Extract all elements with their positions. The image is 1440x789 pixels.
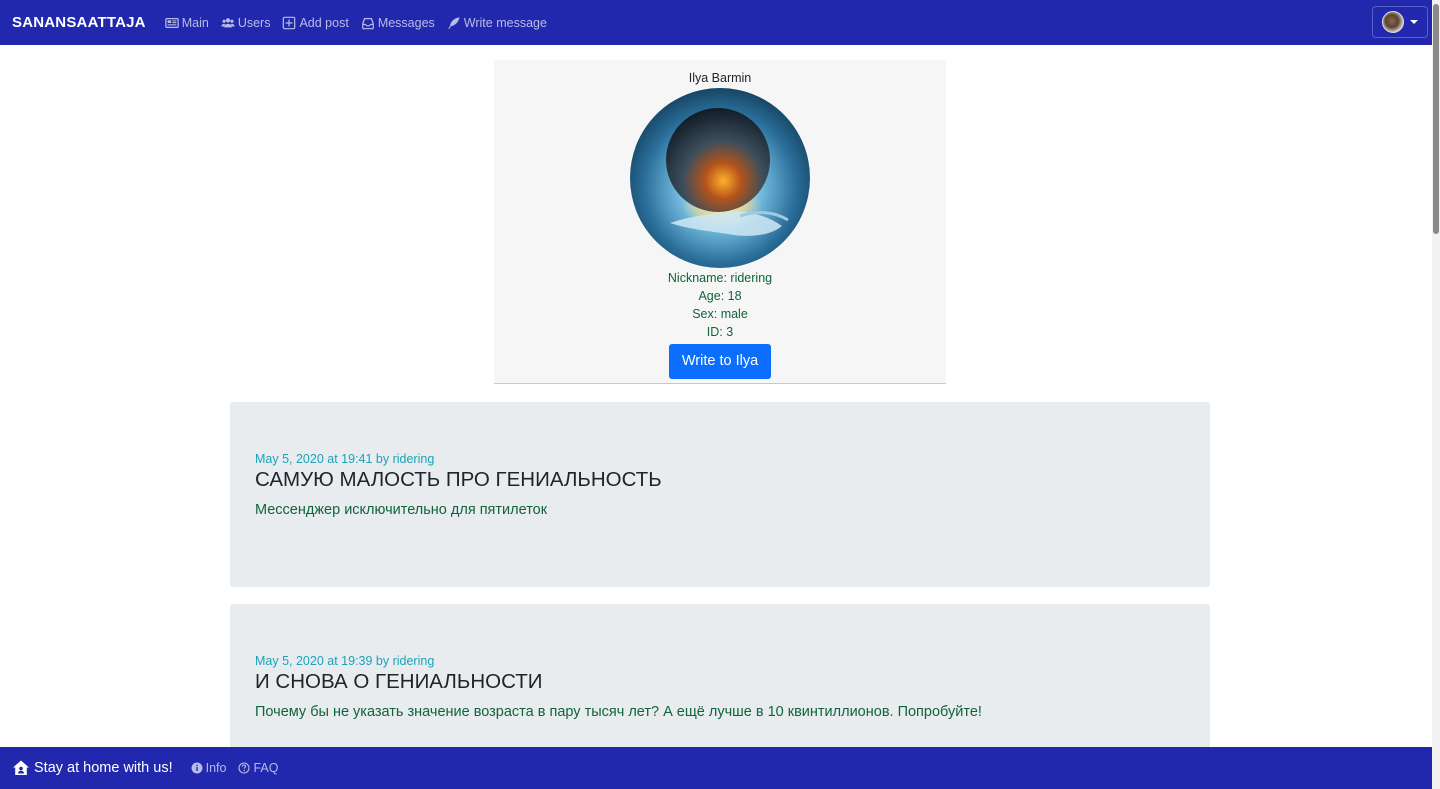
footer-bar: Stay at home with us! Info FAQ: [0, 747, 1440, 789]
profile-nickname: Nickname: ridering: [667, 271, 773, 285]
footer-link-info-label: Info: [205, 761, 227, 775]
newspaper-icon: [164, 17, 179, 28]
profile-sex: Sex: male: [692, 307, 748, 321]
post-card: May 5, 2020 at 19:41 by ridering САМУЮ М…: [230, 402, 1210, 587]
nav-item-main[interactable]: Main: [164, 15, 209, 30]
globe-in-hand-image: [630, 88, 810, 268]
top-navbar: SANANSAATTAJA Main Users Add post Messag…: [0, 0, 1440, 45]
question-circle-icon: [238, 762, 251, 774]
nav-item-write-message[interactable]: Write message: [447, 16, 547, 30]
post-body: Почему бы не указать значение возраста в…: [255, 704, 982, 720]
nav-item-users-label: Users: [237, 15, 271, 30]
footer-brand-label: Stay at home with us!: [34, 760, 173, 776]
user-menu-dropdown[interactable]: [1372, 6, 1428, 38]
nav-item-messages[interactable]: Messages: [361, 16, 435, 30]
profile-id: ID: 3: [706, 325, 734, 339]
scrollbar-thumb[interactable]: [1433, 4, 1439, 234]
footer-link-faq[interactable]: FAQ: [238, 761, 279, 775]
post-title: САМУЮ МАЛОСТЬ ПРО ГЕНИАЛЬНОСТЬ: [255, 468, 662, 491]
post-meta[interactable]: May 5, 2020 at 19:41 by ridering: [255, 452, 1210, 466]
nav-item-messages-label: Messages: [377, 15, 435, 30]
profile-name: Ilya Barmin: [688, 71, 752, 85]
write-to-user-button[interactable]: Write to Ilya: [668, 344, 772, 379]
caret-down-icon: [1410, 20, 1418, 24]
footer-link-faq-label: FAQ: [253, 761, 279, 775]
feather-icon: [448, 16, 460, 29]
users-icon: [221, 17, 235, 27]
profile-card: Ilya Barmin Nickname: ridering Age: 18 S…: [494, 60, 946, 384]
inbox-icon: [361, 17, 374, 29]
brand-logo[interactable]: SANANSAATTAJA: [12, 14, 146, 31]
post-body: Мессенджер исключительно для пятилеток: [255, 502, 548, 518]
house-user-icon: [13, 760, 29, 775]
page-scrollbar[interactable]: [1432, 0, 1440, 789]
post-card: May 5, 2020 at 19:39 by ridering И СНОВА…: [230, 604, 1210, 764]
footer-brand[interactable]: Stay at home with us!: [12, 759, 173, 777]
nav-item-users[interactable]: Users: [221, 15, 271, 30]
post-title: И СНОВА О ГЕНИАЛЬНОСТИ: [255, 670, 543, 693]
footer-link-info[interactable]: Info: [191, 761, 227, 775]
nav-item-write-message-label: Write message: [463, 15, 547, 30]
profile-picture: [630, 88, 810, 268]
post-meta[interactable]: May 5, 2020 at 19:39 by ridering: [255, 654, 1210, 668]
nav-item-add-post[interactable]: Add post: [282, 15, 349, 30]
profile-age: Age: 18: [698, 289, 742, 303]
avatar: [1382, 11, 1404, 33]
plus-square-icon: [283, 16, 296, 29]
nav-item-add-post-label: Add post: [299, 15, 349, 30]
nav-item-main-label: Main: [181, 15, 209, 30]
info-circle-icon: [191, 762, 203, 774]
